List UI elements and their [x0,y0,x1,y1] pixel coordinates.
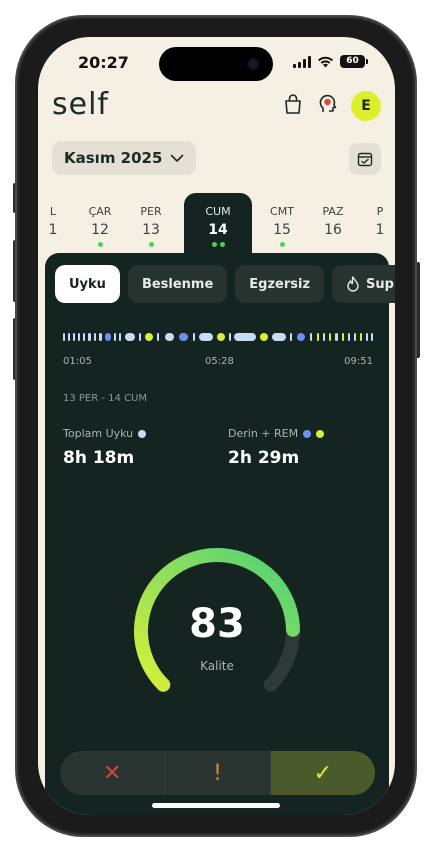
day-complete-dot [279,242,285,247]
deep-rem-stat: Derin + REM 2h 29m [228,427,325,468]
tab-supplements[interactable]: Supple [332,265,395,303]
tab-egzersiz[interactable]: Egzersiz [235,265,325,303]
chevron-down-icon [171,154,184,162]
power-button [415,262,420,358]
day-item[interactable]: P 1 [360,205,395,238]
sleep-stage-timeline [63,333,373,343]
quality-score: 83 [189,601,245,647]
calendar-check-icon [357,152,373,167]
date-range-label: 13 PER - 14 CUM [63,393,147,404]
month-label: Kasım 2025 [64,149,163,167]
shopping-bag-icon[interactable] [283,93,303,115]
flame-icon [347,276,359,292]
calendar-button[interactable] [349,143,381,175]
timeline-end: 09:51 [344,356,373,367]
dynamic-island [159,47,273,81]
avatar[interactable]: E [351,91,381,121]
category-tabs: Uyku Beslenme Egzersiz Supple [55,265,395,303]
home-indicator [152,803,280,808]
wifi-icon [318,56,333,67]
total-sleep-value: 8h 18m [63,448,135,468]
battery-icon: 60 [340,55,368,68]
signal-icon [293,55,311,68]
brain-profile-icon[interactable] [317,93,339,115]
total-sleep-stat: Toplam Uyku 8h 18m [63,427,147,468]
rem-dot [316,429,325,438]
day-item[interactable]: PER 13 [131,205,171,247]
tab-uyku[interactable]: Uyku [55,265,120,303]
accept-button[interactable]: ✓ [270,751,375,795]
timeline-start: 01:05 [63,356,92,367]
day-item[interactable]: PAZ 16 [313,205,353,238]
sleep-panel: Uyku Beslenme Egzersiz Supple [45,253,395,815]
day-item[interactable]: CMT 15 [262,205,302,247]
timeline-mid: 05:28 [205,356,234,367]
deep-sleep-dot [303,429,312,438]
app-logo: self [52,87,109,122]
app-screen: 20:27 60 self E Kasım 2025 L 1 ÇAR 12 PE… [38,37,395,815]
warning-button[interactable]: ! [164,751,271,795]
reject-button[interactable]: ✕ [60,751,165,795]
day-complete-dot [97,242,103,247]
tab-beslenme[interactable]: Beslenme [127,265,228,303]
quality-label: Kalite [200,659,234,673]
status-icons: 60 [293,55,368,68]
month-selector[interactable]: Kasım 2025 [52,141,197,175]
status-time: 20:27 [78,53,129,72]
day-status-dots [198,242,238,247]
light-sleep-dot [138,429,147,438]
day-complete-dot [148,242,154,247]
day-item-active[interactable]: CUM 14 [198,205,238,247]
day-item[interactable]: L 1 [38,205,73,238]
day-item[interactable]: ÇAR 12 [80,205,120,247]
deep-rem-value: 2h 29m [228,448,300,468]
feedback-action-bar: ✕ ! ✓ [60,751,375,795]
